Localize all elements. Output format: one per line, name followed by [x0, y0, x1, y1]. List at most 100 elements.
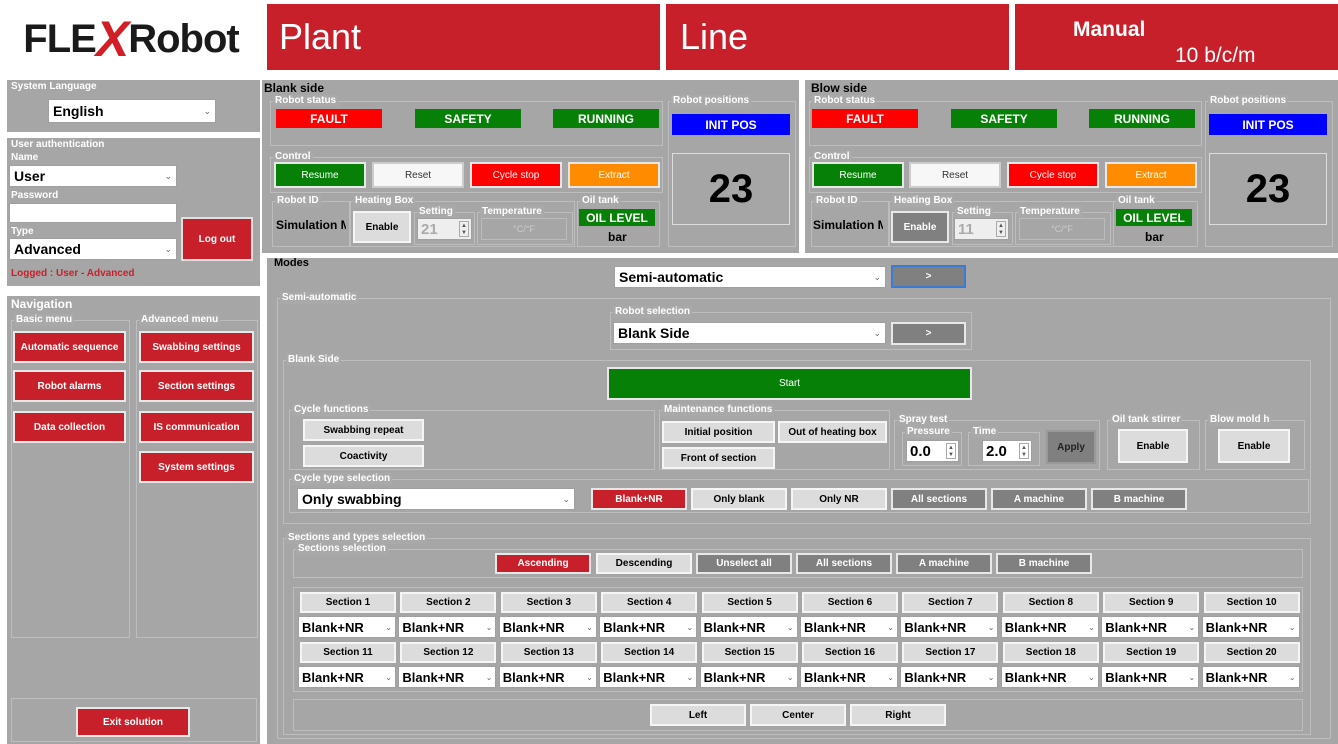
blow-resume-button[interactable]: Resume — [812, 162, 904, 188]
chevron-down-icon: ⌄ — [164, 243, 172, 254]
nav-section-settings[interactable]: Section settings — [139, 370, 254, 402]
blank-temp-title: Temperature — [480, 206, 544, 218]
blank-extract-button[interactable]: Extract — [568, 162, 660, 188]
time-spinner[interactable]: 2.0 ▲ ▼ — [982, 440, 1032, 462]
chevron-down-icon: ⌄ — [887, 622, 894, 632]
type-select[interactable]: Advanced ⌄ — [9, 238, 177, 260]
section-type-select[interactable]: Blank+NR ⌄ — [1000, 616, 1099, 638]
blank-cycle-stop-button[interactable]: Cycle stop — [470, 162, 562, 188]
section-type-select[interactable]: Blank+NR ⌄ — [599, 666, 698, 688]
logout-button[interactable]: Log out — [181, 217, 253, 261]
section-type-select[interactable]: Blank+NR ⌄ — [298, 666, 396, 688]
all-sections-button[interactable]: All sections — [796, 553, 892, 574]
name-select[interactable]: User ⌄ — [9, 165, 177, 187]
chevron-down-icon: ⌄ — [686, 622, 694, 632]
chevron-down-icon: ⌄ — [485, 622, 493, 632]
blank-heating-enable-button[interactable]: Enable — [353, 211, 411, 243]
section-type-select[interactable]: Blank+NR ⌄ — [699, 666, 798, 688]
oil-stirrer-enable-button[interactable]: Enable — [1118, 429, 1188, 463]
time-value: 2.0 — [986, 442, 1007, 460]
section-label: Section 3 — [500, 592, 597, 613]
robot-select[interactable]: Blank Side ⌄ — [613, 322, 886, 344]
time-title: Time — [971, 426, 999, 438]
ascending-button[interactable]: Ascending — [495, 553, 591, 574]
center-button[interactable]: Center — [750, 704, 846, 726]
cycle-type-only-nr-button[interactable]: Only NR — [791, 488, 887, 510]
section-type-select[interactable]: Blank+NR ⌄ — [1201, 616, 1300, 638]
chevron-down-icon: ⌄ — [786, 672, 794, 682]
cycle-type-select[interactable]: Only swabbing ⌄ — [297, 488, 575, 510]
initial-position-button[interactable]: Initial position — [662, 421, 775, 443]
blow-heating-enable-button[interactable]: Enable — [891, 211, 949, 243]
password-field[interactable] — [9, 203, 177, 223]
section-type-select[interactable]: Blank+NR ⌄ — [1201, 666, 1300, 688]
a-machine-button[interactable]: A machine — [896, 553, 992, 574]
section-type-select[interactable]: Blank+NR ⌄ — [800, 666, 898, 688]
front-of-section-button[interactable]: Front of section — [662, 447, 775, 469]
type-label: Type — [11, 226, 34, 237]
nav-system-settings[interactable]: System settings — [139, 451, 254, 483]
chevron-down-icon: ⌄ — [873, 271, 881, 282]
coactivity-button[interactable]: Coactivity — [303, 445, 424, 467]
nav-data-collection[interactable]: Data collection — [13, 411, 126, 443]
exit-solution-button[interactable]: Exit solution — [76, 707, 190, 737]
section-type-select[interactable]: Blank+NR ⌄ — [699, 616, 798, 638]
chevron-down-icon: ⌄ — [686, 672, 694, 682]
left-button[interactable]: Left — [650, 704, 746, 726]
section-type-select[interactable]: Blank+NR ⌄ — [900, 616, 999, 638]
section-type-select[interactable]: Blank+NR ⌄ — [599, 616, 698, 638]
cycle-type-only-blank-button[interactable]: Only blank — [691, 488, 787, 510]
cycle-type-all-sections-button[interactable]: All sections — [891, 488, 987, 510]
spinner-arrows-icon: ▲ ▼ — [946, 443, 956, 459]
blow-setting-spinner[interactable]: 11 ▲ ▼ — [954, 218, 1009, 240]
section-type-select[interactable]: Blank+NR ⌄ — [298, 616, 396, 638]
unselect-all-button[interactable]: Unselect all — [696, 553, 792, 574]
nav-is-communication[interactable]: IS communication — [139, 411, 254, 443]
section-type-select[interactable]: Blank+NR ⌄ — [498, 666, 597, 688]
descending-button[interactable]: Descending — [596, 553, 692, 574]
blow-mold-enable-button[interactable]: Enable — [1218, 429, 1290, 463]
blow-status-title: Robot status — [812, 95, 878, 107]
blank-reset-button[interactable]: Reset — [372, 162, 464, 188]
start-button[interactable]: Start — [607, 367, 972, 400]
section-type-select[interactable]: Blank+NR ⌄ — [1000, 666, 1099, 688]
spray-apply-button[interactable]: Apply — [1046, 430, 1096, 464]
blow-reset-button[interactable]: Reset — [909, 162, 1001, 188]
cycle-type-b-machine-button[interactable]: B machine — [1091, 488, 1187, 510]
section-type-select[interactable]: Blank+NR ⌄ — [1101, 616, 1200, 638]
blow-cycle-stop-button[interactable]: Cycle stop — [1007, 162, 1099, 188]
section-type-select[interactable]: Blank+NR ⌄ — [398, 666, 497, 688]
mode-apply-button[interactable]: > — [891, 265, 966, 288]
nav-swabbing-settings[interactable]: Swabbing settings — [139, 331, 254, 363]
blank-positions-title: Robot positions — [671, 95, 752, 107]
section-type-select[interactable]: Blank+NR ⌄ — [398, 616, 497, 638]
cycle-type-blank-nr-button[interactable]: Blank+NR — [591, 488, 687, 510]
blow-extract-button[interactable]: Extract — [1105, 162, 1197, 188]
section-type-select[interactable]: Blank+NR ⌄ — [800, 616, 898, 638]
blank-setting-spinner[interactable]: 21 ▲ ▼ — [417, 218, 472, 240]
blow-position-counter: 23 — [1209, 153, 1327, 225]
section-label: Section 15 — [701, 642, 798, 663]
nav-automatic-sequence[interactable]: Automatic sequence — [13, 331, 126, 363]
right-button[interactable]: Right — [850, 704, 946, 726]
basic-menu-title: Basic menu — [14, 314, 75, 326]
out-heating-box-button[interactable]: Out of heating box — [778, 421, 887, 443]
robot-select-apply-button[interactable]: > — [891, 322, 966, 345]
pressure-value: 0.0 — [910, 442, 931, 460]
blow-robot-id-title: Robot ID — [814, 195, 860, 207]
swabbing-repeat-button[interactable]: Swabbing repeat — [303, 419, 424, 441]
chevron-down-icon: ⌄ — [1088, 622, 1095, 632]
section-type-select[interactable]: Blank+NR ⌄ — [498, 616, 597, 638]
section-type-value: Blank+NR — [1205, 669, 1268, 685]
blank-resume-button[interactable]: Resume — [274, 162, 366, 188]
section-type-select[interactable]: Blank+NR ⌄ — [1101, 666, 1200, 688]
mode-select[interactable]: Semi-automatic ⌄ — [614, 266, 886, 288]
chevron-down-icon: ⌄ — [203, 105, 211, 116]
pressure-spinner[interactable]: 0.0 ▲ ▼ — [906, 440, 959, 462]
language-select[interactable]: English ⌄ — [48, 99, 216, 123]
line-title: Line — [680, 16, 749, 57]
cycle-type-a-machine-button[interactable]: A machine — [991, 488, 1087, 510]
b-machine-button[interactable]: B machine — [996, 553, 1092, 574]
nav-robot-alarms[interactable]: Robot alarms — [13, 370, 126, 402]
section-type-select[interactable]: Blank+NR ⌄ — [900, 666, 999, 688]
